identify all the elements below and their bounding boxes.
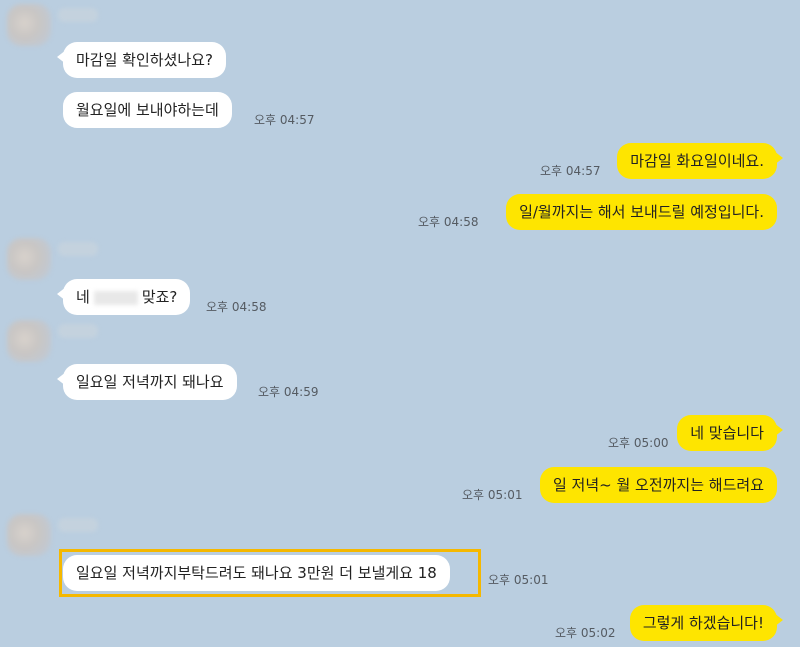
incoming-message[interactable]: 마감일 확인하셨나요? <box>57 42 226 78</box>
sender-name-blurred <box>58 242 98 256</box>
message-text: 마감일 확인하셨나요? <box>76 51 213 69</box>
message-timestamp: 오후 04:58 <box>206 300 267 314</box>
incoming-message[interactable]: 네 맞죠? <box>56 279 191 315</box>
message-text: 그렇게 하겠습니다! <box>642 614 764 632</box>
message-text: 마감일 화요일이네요. <box>630 152 764 170</box>
message-timestamp: 오후 05:01 <box>488 573 549 587</box>
outgoing-message[interactable]: 네 맞습니다 <box>677 415 783 451</box>
sender-avatar[interactable] <box>7 514 51 556</box>
redacted-name <box>93 290 138 305</box>
message-text: 월요일에 보내야하는데 <box>76 101 219 119</box>
sender-name-blurred <box>58 8 98 22</box>
sender-avatar[interactable] <box>7 238 51 280</box>
incoming-message[interactable]: 일요일 저녁까지 돼나요 <box>57 364 237 400</box>
message-timestamp: 오후 05:02 <box>555 626 616 640</box>
message-timestamp: 오후 04:58 <box>418 215 479 229</box>
sender-avatar[interactable] <box>7 4 51 46</box>
message-text: 일/월까지는 해서 보내드릴 예정입니다. <box>519 203 764 221</box>
message-text: 일요일 저녁까지부탁드려도 돼나요 3만원 더 보낼게요 18 <box>76 564 437 582</box>
message-timestamp: 오후 04:59 <box>258 385 319 399</box>
message-timestamp: 오후 05:01 <box>462 488 523 502</box>
incoming-message[interactable]: 월요일에 보내야하는데 <box>63 92 232 128</box>
outgoing-message[interactable]: 마감일 화요일이네요. <box>617 143 783 179</box>
message-text-after: 맞죠? <box>141 288 178 306</box>
outgoing-message[interactable]: 일/월까지는 해서 보내드릴 예정입니다. <box>506 194 777 230</box>
message-timestamp: 오후 04:57 <box>254 113 315 127</box>
message-text: 네 맞습니다 <box>690 424 764 442</box>
sender-name-blurred <box>58 324 98 338</box>
outgoing-message[interactable]: 일 저녁~ 월 오전까지는 해드려요 <box>539 467 777 503</box>
incoming-message[interactable]: 일요일 저녁까지부탁드려도 돼나요 3만원 더 보낼게요 18 <box>63 555 450 591</box>
message-timestamp: 오후 05:00 <box>608 436 669 450</box>
message-text-before: 네 <box>76 288 90 306</box>
message-timestamp: 오후 04:57 <box>540 164 601 178</box>
sender-avatar[interactable] <box>7 320 51 362</box>
sender-name-blurred <box>58 518 98 532</box>
message-text: 일요일 저녁까지 돼나요 <box>76 373 224 391</box>
message-text: 일 저녁~ 월 오전까지는 해드려요 <box>552 476 764 494</box>
outgoing-message[interactable]: 그렇게 하겠습니다! <box>629 605 784 641</box>
